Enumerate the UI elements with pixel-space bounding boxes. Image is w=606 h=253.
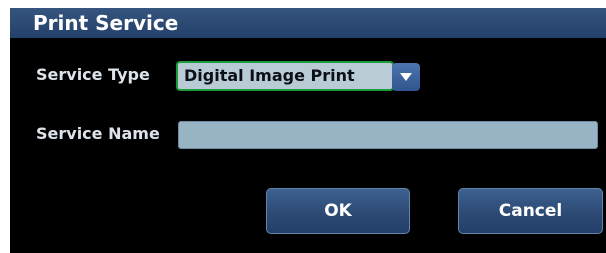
dialog-title: Print Service (33, 11, 179, 35)
ok-button[interactable]: OK (266, 188, 410, 234)
service-name-label: Service Name (36, 124, 160, 143)
chevron-down-icon (400, 73, 412, 81)
service-type-dropdown[interactable]: Digital Image Print (176, 61, 420, 91)
dialog-titlebar[interactable]: Print Service (10, 8, 606, 38)
service-type-label: Service Type (36, 65, 150, 84)
service-type-field[interactable]: Digital Image Print (176, 61, 394, 91)
service-type-value: Digital Image Print (184, 66, 355, 85)
service-name-input[interactable] (178, 121, 598, 149)
dropdown-arrow-button[interactable] (392, 63, 420, 91)
dialog-body: Service Type Digital Image Print Service… (10, 38, 606, 253)
print-service-dialog: Print Service Service Type Digital Image… (10, 8, 606, 253)
cancel-button[interactable]: Cancel (458, 188, 603, 234)
